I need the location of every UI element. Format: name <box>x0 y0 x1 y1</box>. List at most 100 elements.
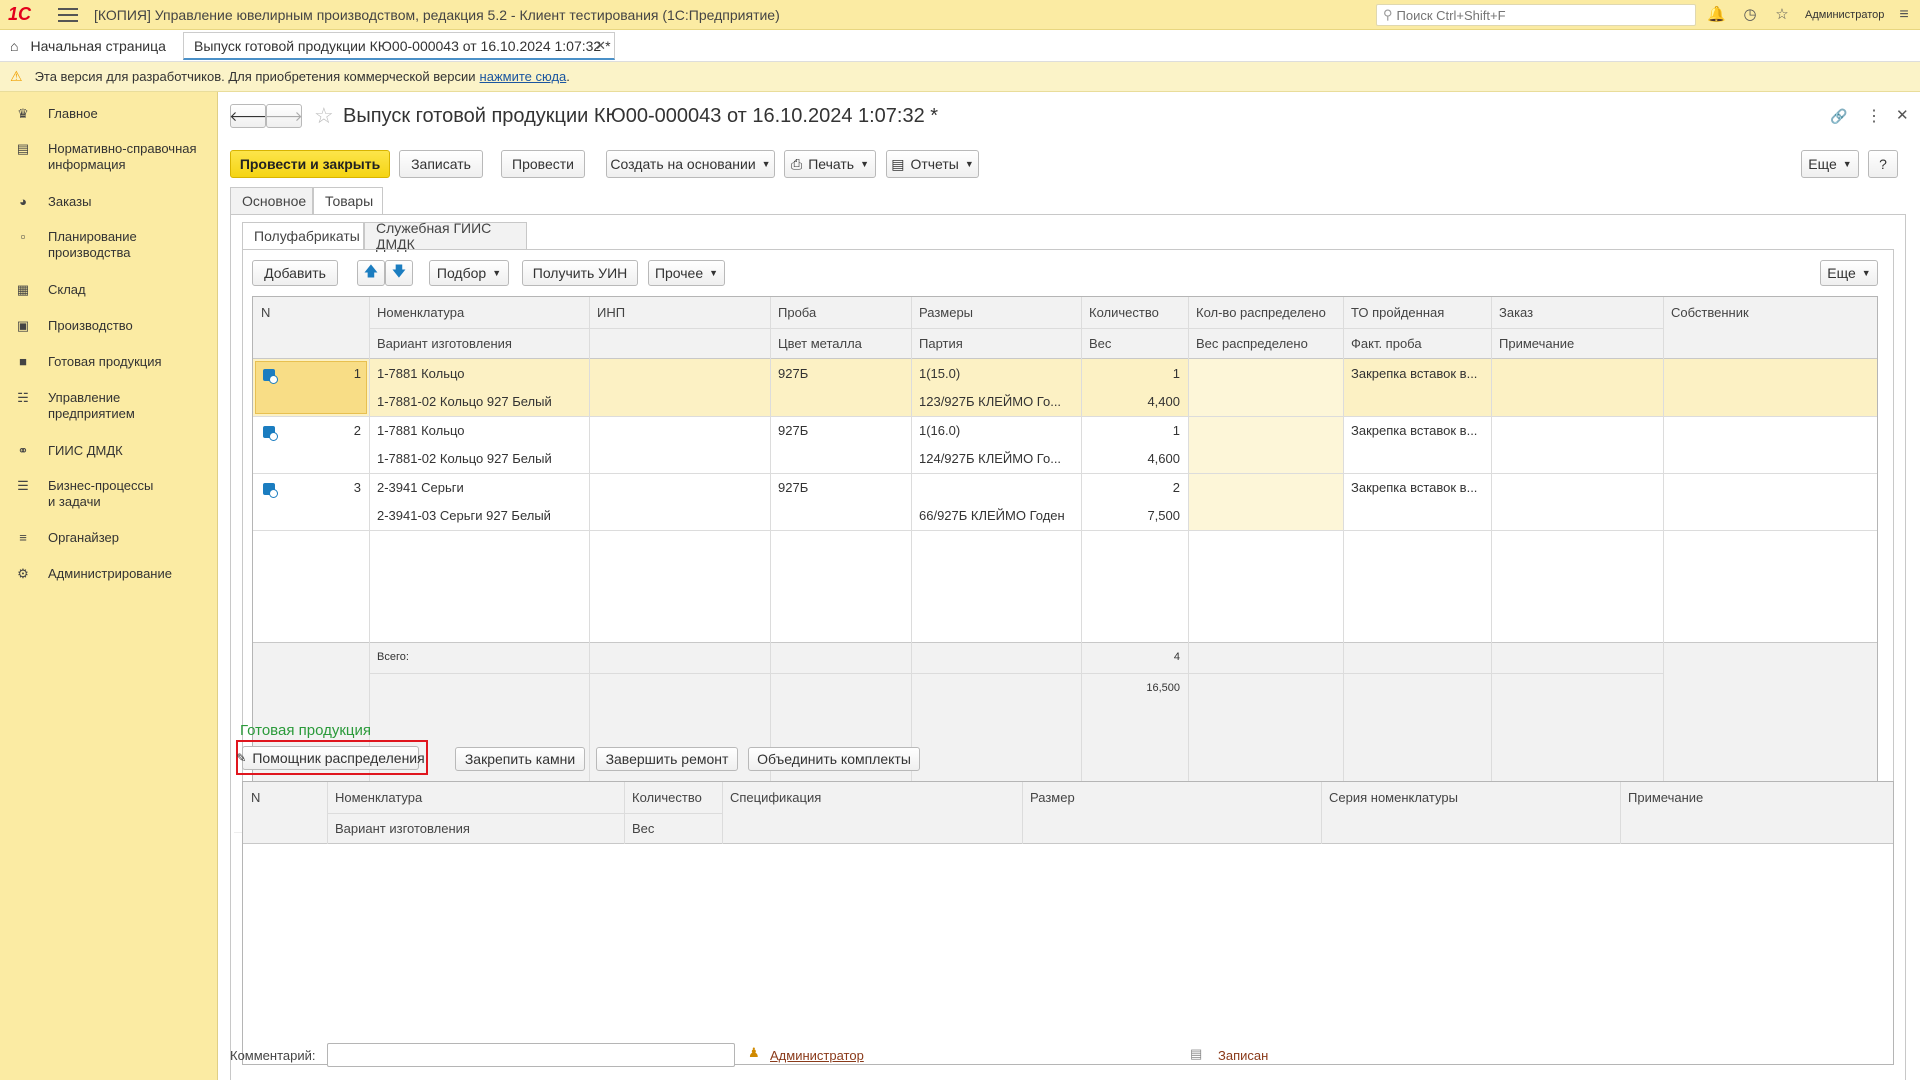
col-header-quantity[interactable]: Количество <box>624 782 722 813</box>
tab-giis-service[interactable]: Служебная ГИИС ДМДК <box>364 220 527 252</box>
col-header-variant[interactable]: Вариант изготовления <box>369 328 589 359</box>
cell-nomenclature[interactable]: 1-7881 Кольцо <box>369 416 589 444</box>
fix-stones-button[interactable]: Закрепить камни <box>455 747 585 771</box>
cell-variant[interactable]: 2-3941-03 Серьги 927 Белый <box>369 501 589 529</box>
col-header-party[interactable]: Партия <box>911 328 1081 359</box>
close-form-icon[interactable]: ✕ <box>1896 106 1909 124</box>
col-header-qty-distributed[interactable]: Кол-во распределено <box>1188 297 1343 328</box>
cell-variant[interactable]: 1-7881-02 Кольцо 927 Белый <box>369 387 589 415</box>
tab-home[interactable]: ⌂ Начальная страница <box>0 30 166 62</box>
merge-sets-button[interactable]: Объединить комплекты <box>748 747 920 771</box>
cell-to-passed[interactable]: Закрепка вставок в... <box>1343 473 1491 501</box>
search-input[interactable] <box>1396 7 1687 23</box>
user-name[interactable]: Администратор <box>1805 9 1884 21</box>
add-button[interactable]: Добавить <box>252 260 338 286</box>
author-link[interactable]: Администратор <box>770 1047 864 1065</box>
sidebar-item-planning[interactable]: ▫ Планирование производства <box>14 229 137 261</box>
cell-quantity[interactable]: 2 <box>1081 473 1188 501</box>
cell-n[interactable]: 2 <box>253 416 369 444</box>
cell-to-passed[interactable]: Закрепка вставок в... <box>1343 416 1491 444</box>
close-tab-icon[interactable]: ✕ <box>595 38 606 54</box>
cell-party[interactable]: 66/927Б КЛЕЙМО Годен <box>911 501 1081 529</box>
buy-link[interactable]: нажмите сюда <box>480 69 567 84</box>
cell-party[interactable]: 123/927Б КЛЕЙМО Го... <box>911 387 1081 415</box>
col-header-weight[interactable]: Вес <box>1081 328 1188 359</box>
tab-main[interactable]: Основное <box>230 187 313 215</box>
favorite-star-icon[interactable]: ☆ <box>314 104 334 128</box>
sidebar-item-enterprise[interactable]: ☵ Управление предприятием <box>14 390 135 422</box>
search-box[interactable]: ⚲ <box>1376 4 1696 26</box>
col-header-variant[interactable]: Вариант изготовления <box>327 813 624 844</box>
sidebar-item-warehouse[interactable]: ▦ Склад <box>14 282 86 298</box>
col-header-owner[interactable]: Собственник <box>1663 297 1877 328</box>
col-header-note[interactable]: Примечание <box>1620 782 1893 813</box>
reports-button[interactable]: ▤ Отчеты ▼ <box>886 150 979 178</box>
move-down-button[interactable]: 🡇 <box>385 260 413 286</box>
col-header-weight-distributed[interactable]: Вес распределено <box>1188 328 1343 359</box>
cell-size[interactable]: 1(15.0) <box>911 359 1081 387</box>
forward-button[interactable]: 🡒 <box>265 104 303 128</box>
col-header-specification[interactable]: Спецификация <box>722 782 1022 813</box>
create-based-on-button[interactable]: Создать на основании ▼ <box>606 150 775 178</box>
history-icon[interactable]: ◷ <box>1741 6 1759 24</box>
bell-icon[interactable]: 🔔 <box>1707 6 1726 24</box>
cell-size[interactable] <box>911 473 1081 501</box>
other-button[interactable]: Прочее ▼ <box>648 260 725 286</box>
semi-finished-table[interactable]: N Номенклатура ИНП Проба Размеры Количес… <box>252 296 1878 797</box>
col-header-proba[interactable]: Проба <box>770 297 911 328</box>
col-header-n[interactable]: N <box>243 782 327 813</box>
distribution-helper-button[interactable]: ✎ Помощник распределения <box>236 746 425 770</box>
back-button[interactable]: 🡐 <box>229 104 267 128</box>
col-header-inp[interactable]: ИНП <box>589 297 770 328</box>
move-up-button[interactable]: 🡅 <box>357 260 385 286</box>
sidebar-item-production[interactable]: ▣ Производство <box>14 318 133 334</box>
print-button[interactable]: ⎙ Печать ▼ <box>784 150 876 178</box>
col-header-nomenclature[interactable]: Номенклатура <box>369 297 589 328</box>
cell-nomenclature[interactable]: 2-3941 Серьги <box>369 473 589 501</box>
help-button[interactable]: ? <box>1868 150 1898 178</box>
cell-to-passed[interactable]: Закрепка вставок в... <box>1343 359 1491 387</box>
col-header-weight[interactable]: Вес <box>624 813 722 844</box>
sidebar-item-finished-goods[interactable]: ■ Готовая продукция <box>14 354 161 370</box>
more-vert-icon[interactable]: ⋮ <box>1866 106 1882 126</box>
save-button[interactable]: Записать <box>399 150 483 178</box>
get-uin-button[interactable]: Получить УИН <box>522 260 638 286</box>
comment-field[interactable] <box>327 1043 735 1067</box>
more-button[interactable]: Еще ▼ <box>1801 150 1859 178</box>
cell-weight[interactable]: 4,400 <box>1081 387 1188 415</box>
tab-semi-finished[interactable]: Полуфабрикаты <box>242 222 364 250</box>
cell-nomenclature[interactable]: 1-7881 Кольцо <box>369 359 589 387</box>
cell-weight[interactable]: 4,600 <box>1081 444 1188 472</box>
link-icon[interactable]: 🔗 <box>1830 108 1847 125</box>
cell-size[interactable]: 1(16.0) <box>911 416 1081 444</box>
col-header-n[interactable]: N <box>253 297 369 328</box>
tab-document[interactable]: Выпуск готовой продукции КЮ00-000043 от … <box>183 32 615 60</box>
post-button[interactable]: Провести <box>501 150 585 178</box>
col-header-size[interactable]: Размер <box>1022 782 1321 813</box>
sidebar-item-reference[interactable]: ▤ Нормативно-справочная информация <box>14 141 214 173</box>
cell-proba[interactable]: 927Б <box>770 473 911 501</box>
cell-quantity[interactable]: 1 <box>1081 359 1188 387</box>
col-header-to-passed[interactable]: ТО пройденная <box>1343 297 1491 328</box>
sidebar-item-orders[interactable]: ◕ Заказы <box>14 194 91 210</box>
sidebar-item-business-processes[interactable]: ☰ Бизнес-процессы и задачи <box>14 478 153 510</box>
star-icon[interactable]: ☆ <box>1773 6 1791 24</box>
col-header-nomenclature[interactable]: Номенклатура <box>327 782 624 813</box>
cell-n[interactable]: 3 <box>253 473 369 501</box>
menu-icon[interactable] <box>58 7 78 22</box>
cell-proba[interactable]: 927Б <box>770 416 911 444</box>
col-header-series[interactable]: Серия номенклатуры <box>1321 782 1620 813</box>
cell-variant[interactable]: 1-7881-02 Кольцо 927 Белый <box>369 444 589 472</box>
pick-button[interactable]: Подбор ▼ <box>429 260 509 286</box>
col-header-sizes[interactable]: Размеры <box>911 297 1081 328</box>
sidebar-item-main[interactable]: ♛ Главное <box>14 106 98 122</box>
col-header-note[interactable]: Примечание <box>1491 328 1663 359</box>
cell-proba[interactable]: 927Б <box>770 359 911 387</box>
cell-quantity[interactable]: 1 <box>1081 416 1188 444</box>
grid-more-button[interactable]: Еще ▼ <box>1820 260 1878 286</box>
sidebar-item-giis[interactable]: ⚭ ГИИС ДМДК <box>14 443 123 459</box>
finish-repair-button[interactable]: Завершить ремонт <box>596 747 738 771</box>
sidebar-item-admin[interactable]: ⚙ Администрирование <box>14 566 172 582</box>
settings-menu-icon[interactable]: ≡ <box>1895 6 1913 24</box>
sidebar-item-organizer[interactable]: ≡ Органайзер <box>14 530 119 546</box>
